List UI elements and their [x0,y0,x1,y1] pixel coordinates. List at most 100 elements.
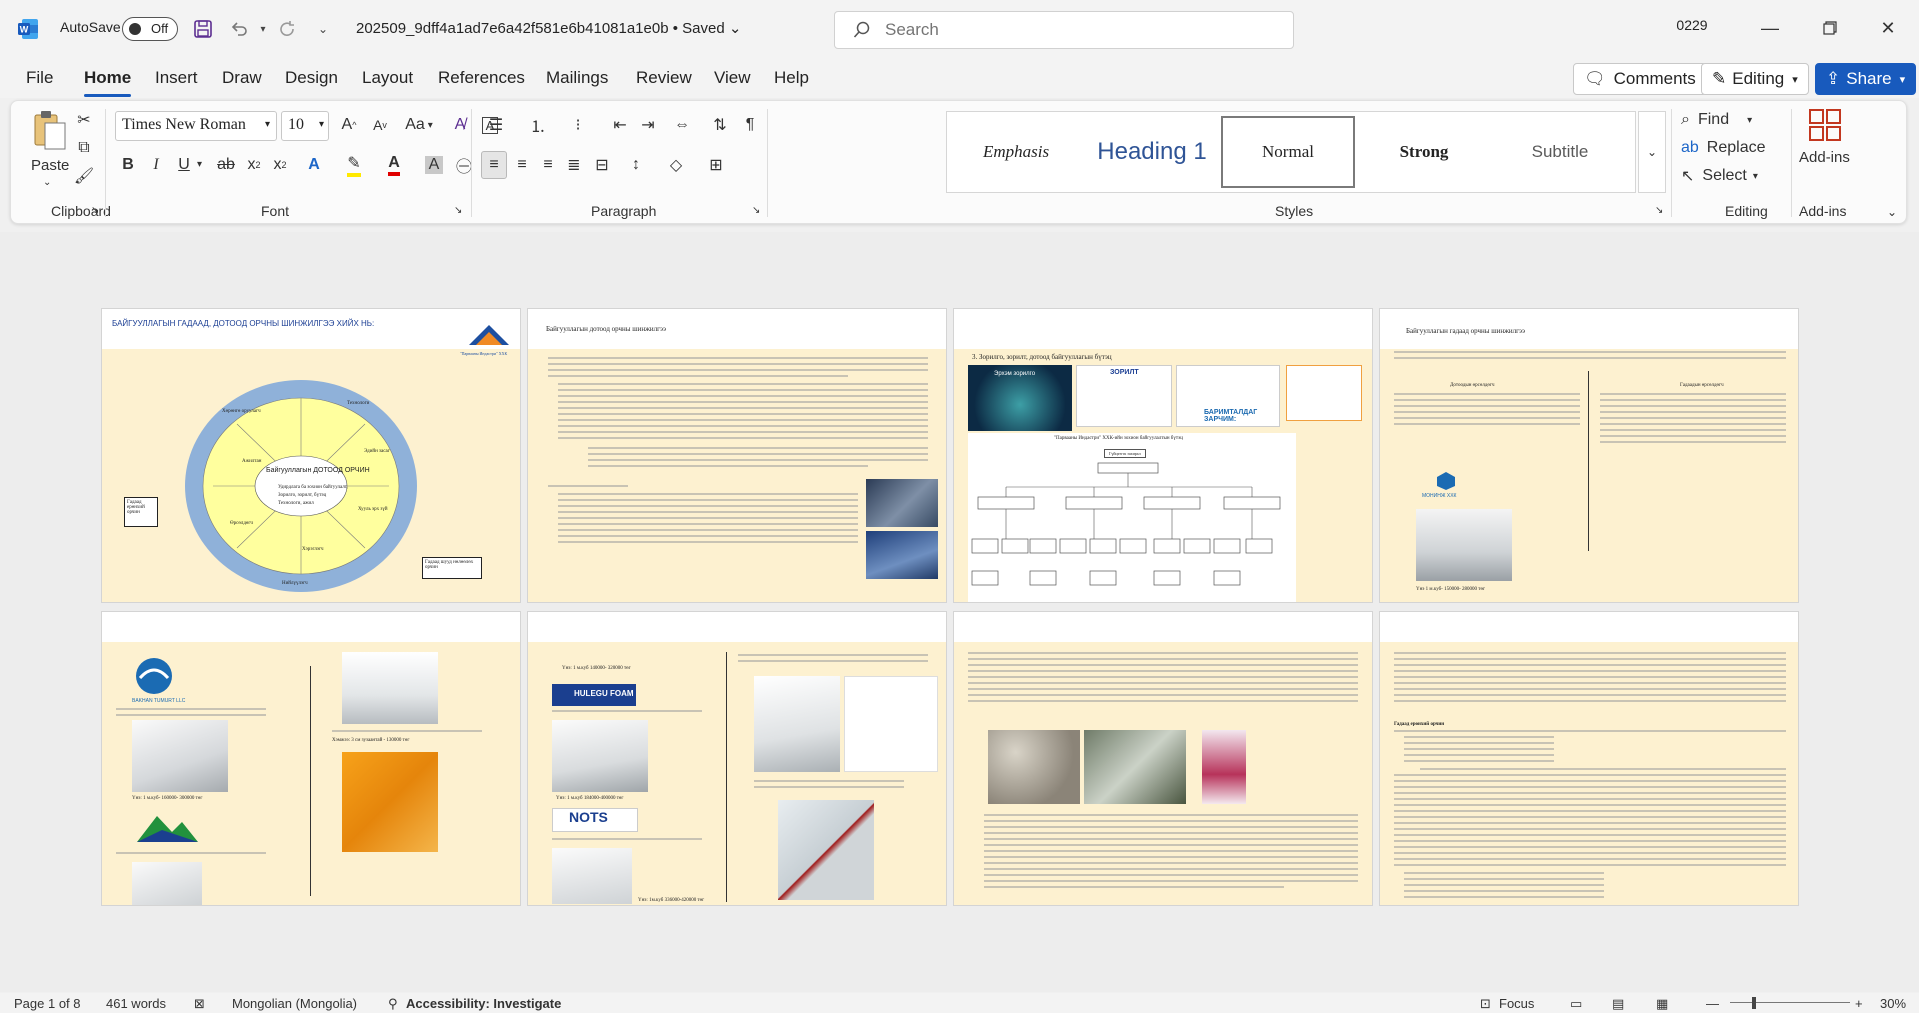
character-shading-icon[interactable]: A [421,151,447,179]
shading-icon[interactable]: ◇ [661,151,691,179]
save-icon[interactable] [190,16,216,42]
italic-icon[interactable]: I [143,151,169,179]
tab-home[interactable]: Home [84,68,132,97]
style-strong[interactable]: Strong [1357,116,1491,188]
page-thumbnail-8[interactable]: Гадаад ерөнхий орчин [1379,611,1799,906]
print-layout-icon[interactable]: ▤ [1612,996,1624,1012]
dialog-launcher-icon[interactable]: ↘ [454,205,462,216]
share-button[interactable]: ⇪ Share ▾ [1815,63,1917,95]
proofing-icon[interactable]: ⊠ [194,996,205,1012]
font-family-select[interactable]: Times New Roman ▾ [115,111,277,141]
add-ins-button-label[interactable]: Add-ins [1799,149,1850,166]
change-case-button[interactable]: Aa ▾ [399,111,439,139]
borders-icon[interactable]: ⊞ [701,151,731,179]
page-count[interactable]: Page 1 of 8 [14,996,81,1011]
collapse-ribbon-icon[interactable]: ⌄ [1887,205,1897,219]
bold-icon[interactable]: B [115,151,141,179]
enclose-characters-icon[interactable]: ㊀ [451,151,477,179]
language[interactable]: Mongolian (Mongolia) [232,996,357,1011]
zoom-out-icon[interactable]: — [1706,996,1719,1011]
minimize-icon[interactable]: — [1750,12,1790,44]
accessibility-status[interactable]: Accessibility: Investigate [406,996,561,1011]
line-spacing-icon[interactable]: ↕ [621,151,651,179]
style-subtitle[interactable]: Subtitle [1493,116,1627,188]
text-direction-icon[interactable]: ⇔ [667,111,697,139]
comments-button[interactable]: 🗨 Comments [1573,63,1707,95]
tab-review[interactable]: Review [636,68,692,88]
decrease-indent-icon[interactable]: ⇤ [607,111,633,139]
strikethrough-icon[interactable]: ab [213,151,239,179]
tab-help[interactable]: Help [774,68,809,88]
font-color-icon[interactable]: A [381,151,407,179]
paste-label[interactable]: Paste [31,157,69,174]
tab-draw[interactable]: Draw [222,68,262,88]
style-heading-1[interactable]: Heading 1 [1085,116,1219,188]
dialog-launcher-icon[interactable]: ↘ [752,205,760,216]
grow-font-icon[interactable]: A ^ [336,111,362,139]
paste-dropdown-icon[interactable]: ⌄ [43,177,51,188]
document-canvas[interactable]: БАЙГУУЛЛАГЫН ГАДААД, ДОТООД ОРЧНЫ ШИНЖИЛ… [0,232,1919,992]
focus-mode[interactable]: Focus [1499,996,1534,1011]
tab-view[interactable]: View [714,68,751,88]
page-thumbnail-2[interactable]: Байгууллагын дотоод орчны шинжилгээ [527,308,947,603]
justify-icon[interactable]: ≣ [561,151,587,179]
select-button[interactable]: ↖ Select ▾ [1681,163,1758,189]
editing-mode-button[interactable]: ✎ Editing ▾ [1701,63,1809,95]
increase-indent-icon[interactable]: ⇥ [635,111,661,139]
search-box[interactable] [834,11,1294,49]
dialog-launcher-icon[interactable]: ↘ [1655,205,1663,216]
web-layout-icon[interactable]: ▦ [1656,996,1668,1012]
highlight-icon[interactable]: ✎ [341,151,367,179]
cut-icon[interactable]: ✂ [71,107,97,133]
word-count[interactable]: 461 words [106,996,166,1011]
styles-more-icon[interactable]: ⌄ [1638,111,1666,193]
sort-icon[interactable]: ⇅ [707,111,733,139]
tab-references[interactable]: References [438,68,525,88]
multilevel-list-icon[interactable]: ⁝ [563,111,593,139]
user-account-badge[interactable]: 0229 [1672,17,1712,39]
document-title-area[interactable]: 202509_9dff4a1ad7e6a42f581e6b41081a1e0b … [356,19,741,37]
page-thumbnail-1[interactable]: БАЙГУУЛЛАГЫН ГАДААД, ДОТООД ОРЧНЫ ШИНЖИЛ… [101,308,521,603]
bullets-icon[interactable]: ☰ [481,111,511,139]
numbering-icon[interactable]: ⒈ [523,111,553,139]
redo-icon[interactable] [274,16,300,42]
tab-layout[interactable]: Layout [362,68,413,88]
page-thumbnail-5[interactable]: BAKHAN TUMURT LLC Үнэ: 1 м.куб- 160000- … [101,611,521,906]
zoom-slider[interactable] [1730,1002,1850,1003]
font-size-select[interactable]: 10 ▾ [281,111,329,141]
customize-toolbar-icon[interactable]: ⌄ [310,16,336,42]
zoom-slider-thumb[interactable] [1752,997,1756,1009]
restore-icon[interactable] [1810,12,1850,44]
undo-dropdown-icon[interactable]: ▾ [250,16,276,42]
format-painter-icon[interactable]: 🖌 [71,163,97,189]
text-effects-icon[interactable]: A [301,151,327,179]
replace-button[interactable]: ab Replace [1681,135,1766,161]
undo-icon[interactable] [226,16,252,42]
align-center-icon[interactable]: ≡ [509,151,535,179]
distributed-icon[interactable]: ⊟ [589,151,615,179]
focus-icon[interactable]: ⊡ [1480,996,1491,1012]
copy-icon[interactable]: ⧉ [71,135,97,161]
show-formatting-icon[interactable]: ¶ [737,111,763,139]
autosave-toggle[interactable]: Off [122,17,178,41]
clear-formatting-icon[interactable]: A̸ [447,111,473,139]
tab-insert[interactable]: Insert [155,68,198,88]
page-thumbnail-7[interactable] [953,611,1373,906]
tab-file[interactable]: File [26,68,53,88]
shrink-font-icon[interactable]: Av [367,111,393,139]
style-emphasis[interactable]: Emphasis [949,116,1083,188]
style-normal[interactable]: Normal [1221,116,1355,188]
tab-design[interactable]: Design [285,68,338,88]
accessibility-icon[interactable]: ⚲ [388,996,398,1012]
align-right-icon[interactable]: ≡ [535,151,561,179]
tab-mailings[interactable]: Mailings [546,68,608,88]
read-mode-icon[interactable]: ▭ [1570,996,1582,1012]
superscript-icon[interactable]: x2 [267,151,293,179]
page-thumbnail-6[interactable]: Үнэ: 1 м.куб 140000- 320000 төг HULEGU F… [527,611,947,906]
add-ins-icon[interactable] [1807,107,1843,143]
underline-icon[interactable]: U [171,151,197,179]
paste-icon[interactable] [29,107,69,153]
align-left-icon[interactable]: ≡ [481,151,507,179]
find-button[interactable]: ⌕ Find ▾ [1681,107,1752,133]
page-thumbnail-4[interactable]: Байгууллагын гадаад орчны шинжилгээ Дото… [1379,308,1799,603]
